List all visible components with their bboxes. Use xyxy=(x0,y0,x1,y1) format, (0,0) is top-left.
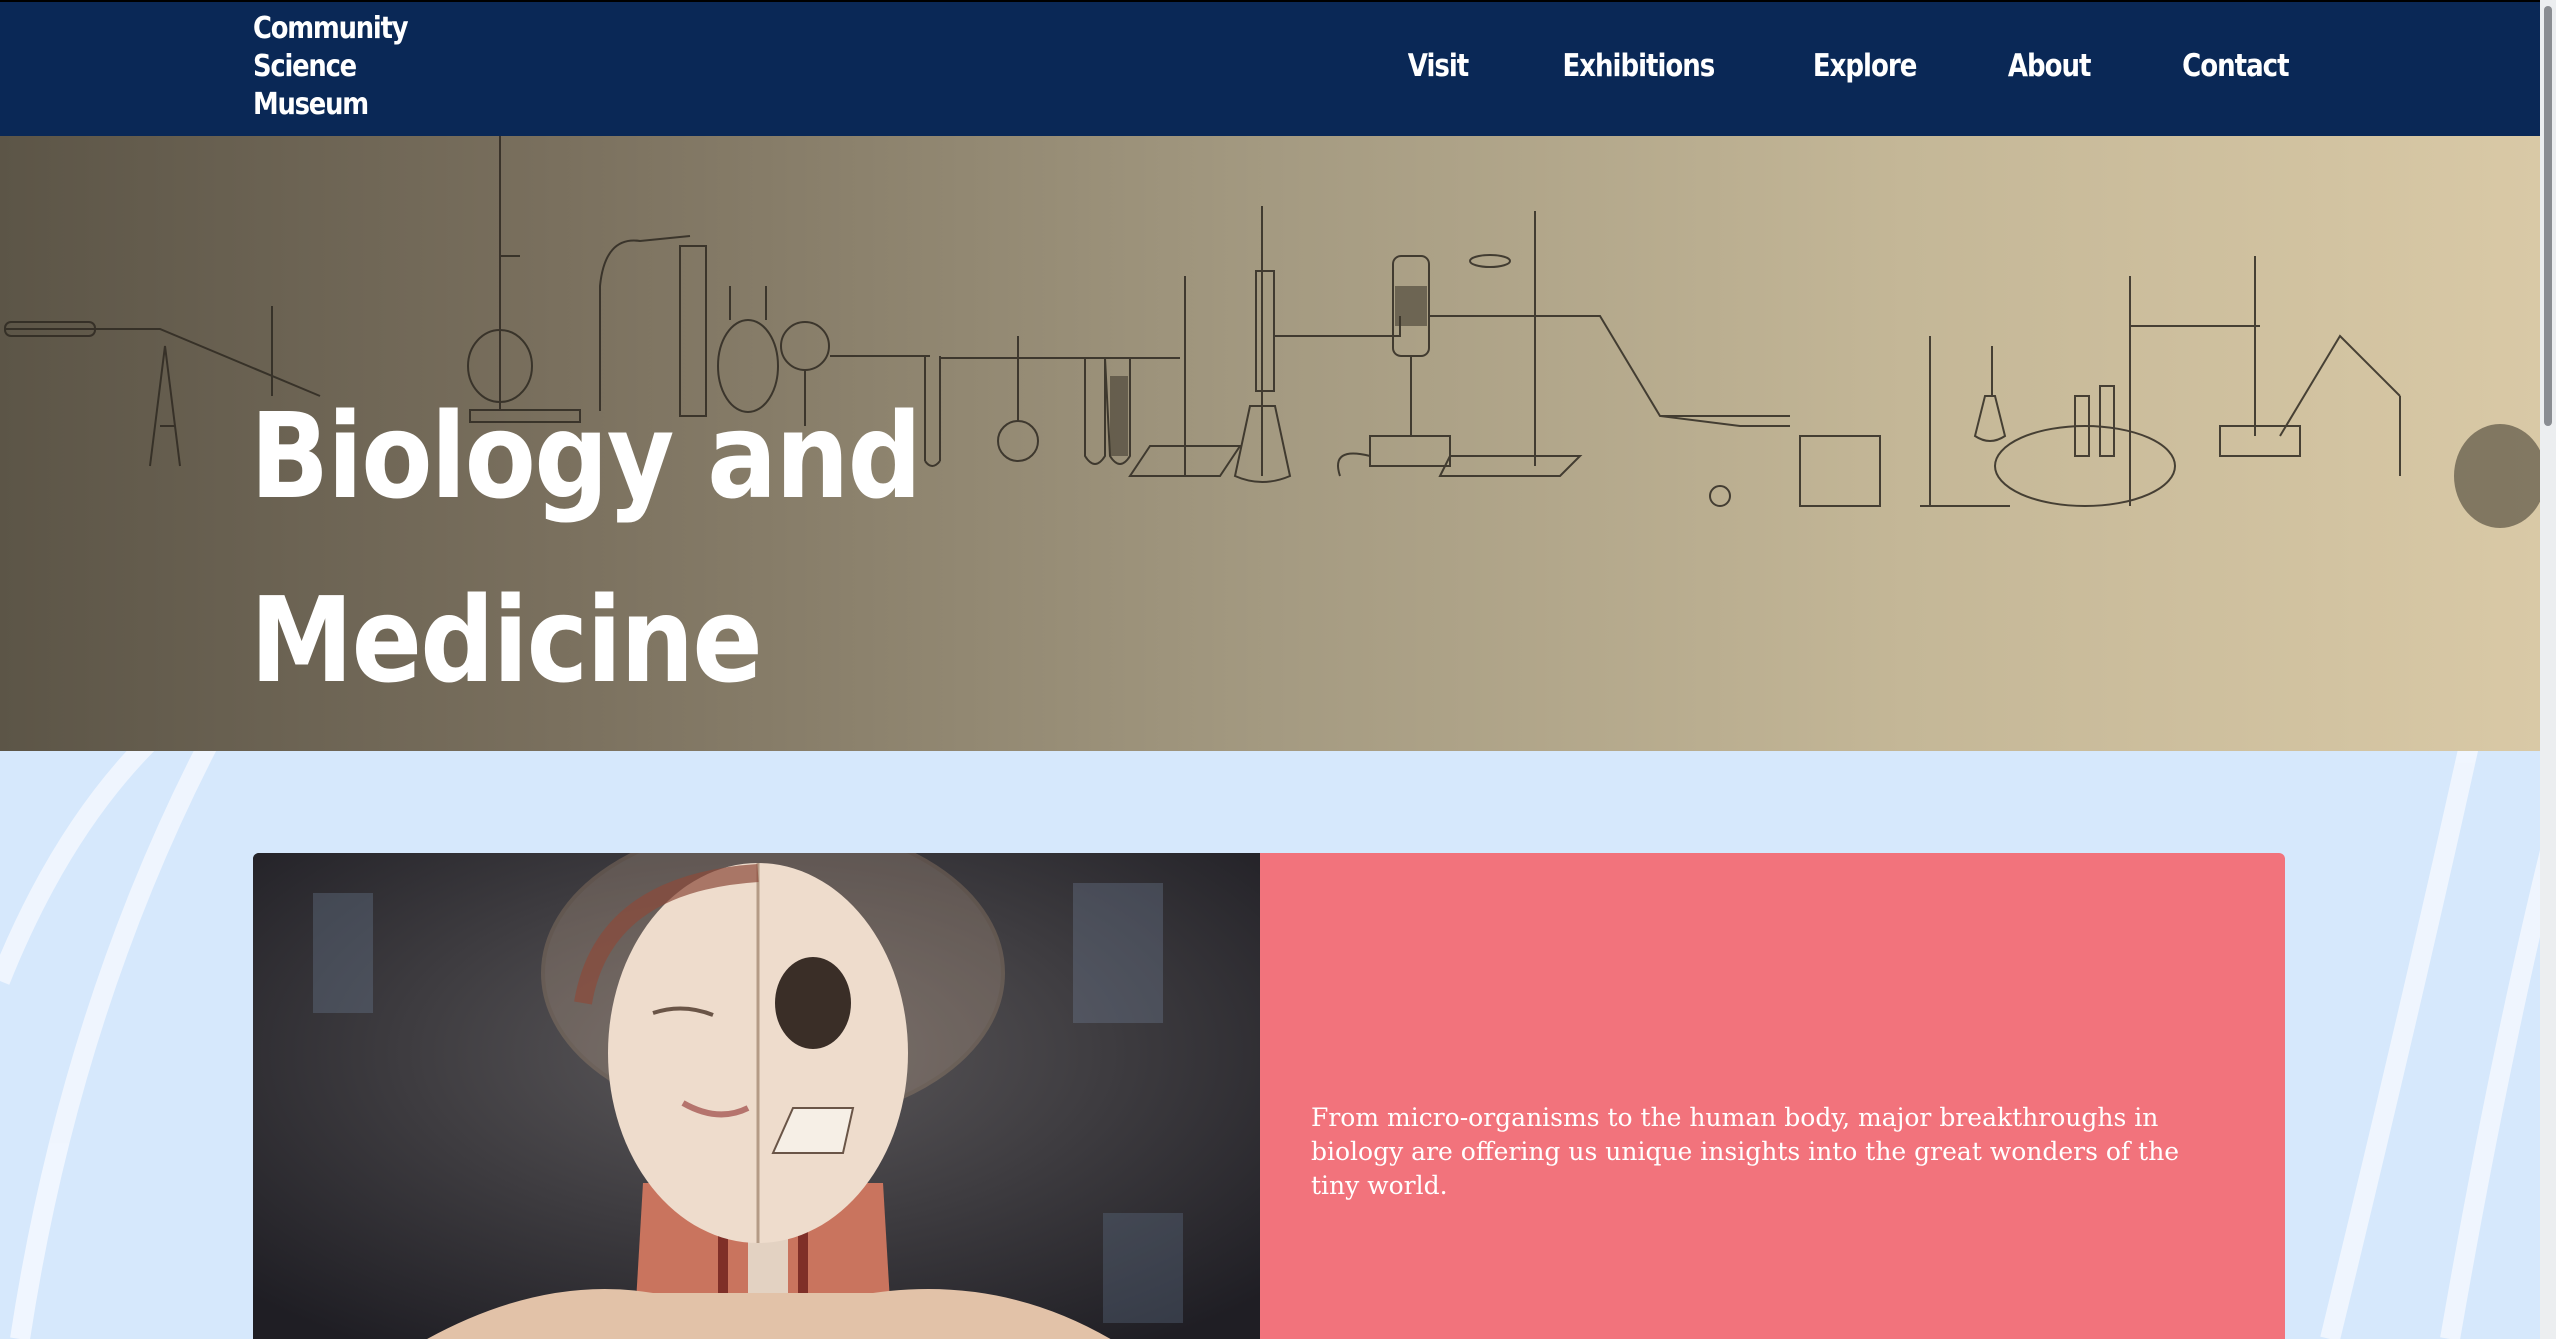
page-scrollbar[interactable] xyxy=(2540,0,2556,1339)
content-section: From micro-organisms to the human body, … xyxy=(0,751,2540,1339)
main-nav: Visit Exhibitions Explore About Contact xyxy=(1402,48,2299,84)
hero-banner: Biology and Medicine xyxy=(0,136,2540,751)
page-title-line-2: Medicine xyxy=(250,571,763,709)
site-header: Community Science Museum Visit Exhibitio… xyxy=(0,0,2540,136)
nav-link-about[interactable]: About xyxy=(2008,48,2092,84)
page-title-line-1: Biology and xyxy=(250,387,922,525)
site-logo[interactable]: Community Science Museum xyxy=(253,10,409,124)
feature-description: From micro-organisms to the human body, … xyxy=(1311,1103,2180,1200)
logo-line-2: Science xyxy=(253,49,357,84)
page-title: Biology and Medicine xyxy=(250,364,922,732)
anatomical-model-photo xyxy=(253,853,1260,1339)
feature-description-panel: From micro-organisms to the human body, … xyxy=(1260,853,2285,1339)
logo-line-3: Museum xyxy=(253,87,369,122)
nav-link-visit[interactable]: Visit xyxy=(1408,48,1469,84)
logo-line-1: Community xyxy=(253,11,409,46)
nav-link-explore[interactable]: Explore xyxy=(1813,48,1918,84)
nav-link-contact[interactable]: Contact xyxy=(2182,48,2289,84)
scrollbar-thumb[interactable] xyxy=(2544,6,2552,426)
nav-link-exhibitions[interactable]: Exhibitions xyxy=(1562,48,1715,84)
